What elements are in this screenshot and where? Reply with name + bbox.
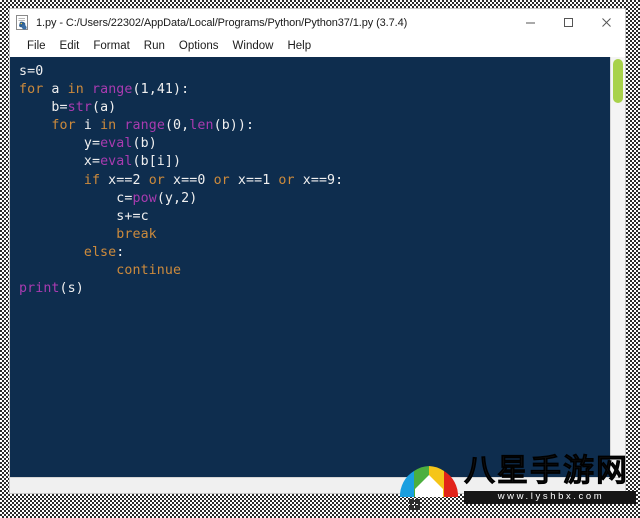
code-token: b= — [51, 100, 68, 116]
menu-item-options[interactable]: Options — [172, 36, 226, 57]
code-token: (b)): — [213, 118, 255, 134]
code-token: x= — [83, 154, 101, 170]
code-token: pow — [132, 190, 157, 206]
code-token: (1,41): — [132, 82, 190, 98]
page-root: 1.py - C:/Users/22302/AppData/Local/Prog… — [0, 0, 640, 518]
code-token: str — [67, 100, 92, 116]
window-title: 1.py - C:/Users/22302/AppData/Local/Prog… — [36, 16, 408, 29]
menu-item-file[interactable]: File — [20, 36, 53, 57]
code-token: range — [91, 82, 133, 98]
code-token: (y,2) — [156, 190, 198, 206]
code-token: range — [124, 118, 165, 134]
menu-item-format[interactable]: Format — [86, 36, 136, 57]
horizontal-scrollbar[interactable] — [10, 477, 625, 493]
menu-item-edit[interactable]: Edit — [53, 36, 87, 57]
vertical-scrollbar-thumb[interactable] — [613, 59, 623, 103]
code-token: y= — [83, 136, 101, 152]
code-token: c= — [116, 190, 133, 206]
vertical-scrollbar[interactable] — [610, 57, 625, 477]
code-token: for — [51, 118, 76, 134]
maximize-button[interactable] — [549, 10, 587, 36]
code-token: in — [67, 82, 84, 98]
code-token: : — [116, 244, 125, 260]
idle-editor-window: 1.py - C:/Users/22302/AppData/Local/Prog… — [9, 8, 626, 494]
python-file-icon — [15, 14, 31, 31]
code-token: break — [116, 226, 157, 242]
code-token: in — [100, 118, 117, 134]
code-token: (s) — [59, 281, 84, 297]
code-token: s+=c — [116, 208, 149, 224]
window-controls — [511, 9, 625, 36]
code-token: (b[i]) — [132, 154, 182, 170]
menu-bar: File Edit Format Run Options Window Help — [10, 36, 625, 57]
code-token: or — [148, 172, 165, 188]
code-token: or — [278, 172, 295, 188]
code-token: s=0 — [19, 64, 44, 79]
code-token: a — [43, 82, 68, 98]
code-editor[interactable]: s=0 for a in range(1,41): b=str(a) for i… — [10, 57, 610, 477]
menu-item-window[interactable]: Window — [226, 36, 281, 57]
code-token: if — [83, 172, 101, 188]
code-token: continue — [116, 263, 182, 279]
code-token: for — [19, 82, 44, 98]
code-token: len — [189, 118, 214, 134]
code-token: (0, — [164, 118, 190, 134]
editor-area: s=0 for a in range(1,41): b=str(a) for i… — [10, 57, 625, 477]
code-token: x==9: — [294, 172, 344, 188]
code-token: print — [19, 281, 60, 297]
code-token: eval — [100, 136, 133, 152]
code-token: x==0 — [164, 172, 214, 188]
code-token: else — [83, 244, 117, 260]
code-token: or — [213, 172, 230, 188]
code-token: (a) — [91, 100, 117, 116]
close-button[interactable] — [587, 10, 625, 36]
code-token: eval — [100, 154, 133, 170]
source-code[interactable]: s=0 for a in range(1,41): b=str(a) for i… — [19, 63, 610, 298]
code-token: i — [75, 118, 101, 134]
title-bar: 1.py - C:/Users/22302/AppData/Local/Prog… — [10, 9, 625, 36]
code-token: x==2 — [100, 172, 149, 188]
menu-item-help[interactable]: Help — [280, 36, 318, 57]
code-token: (b) — [132, 136, 157, 152]
menu-item-run[interactable]: Run — [137, 36, 172, 57]
minimize-button[interactable] — [511, 10, 549, 36]
code-token: x==1 — [229, 172, 279, 188]
